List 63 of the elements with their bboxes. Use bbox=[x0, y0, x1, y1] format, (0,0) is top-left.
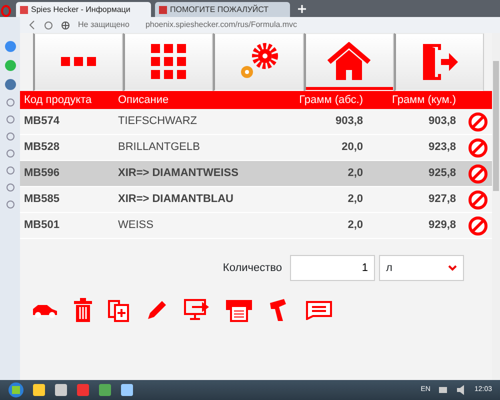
start-button-icon[interactable] bbox=[8, 382, 24, 398]
remove-icon[interactable] bbox=[468, 164, 488, 184]
page-icon bbox=[20, 6, 28, 14]
remove-icon[interactable] bbox=[468, 138, 488, 158]
vk-icon[interactable] bbox=[4, 79, 16, 90]
remove-icon[interactable] bbox=[468, 190, 488, 210]
car-icon[interactable] bbox=[32, 302, 58, 318]
nav-home-button[interactable] bbox=[304, 33, 394, 91]
nav-dots-button[interactable] bbox=[33, 33, 124, 91]
back-icon[interactable] bbox=[28, 20, 36, 30]
grams-cum: 929,8 bbox=[427, 218, 456, 234]
table-row[interactable]: MB596 XIR=> DIAMANTWEISS 2,0 925,8 bbox=[20, 161, 492, 187]
whatsapp-icon[interactable] bbox=[4, 60, 16, 71]
browser-tab[interactable]: Spies Hecker - Информаци bbox=[16, 2, 151, 17]
quantity-label: Количество bbox=[222, 260, 282, 276]
quantity-field[interactable]: 1 bbox=[290, 255, 375, 281]
product-code: MB501 bbox=[23, 218, 60, 234]
grams-cum: 923,8 bbox=[427, 140, 456, 156]
url-text[interactable]: phoenix.spieshecker.com/rus/Formula.mvc bbox=[145, 19, 298, 31]
product-code: MB585 bbox=[23, 192, 60, 208]
column-header: Грамм (абс.) bbox=[298, 92, 363, 108]
description: XIR=> DIAMANTWEISS bbox=[118, 166, 240, 182]
grams-abs: 2,0 bbox=[346, 218, 363, 234]
pencil-icon[interactable] bbox=[146, 299, 168, 321]
nav-exit-button[interactable] bbox=[394, 33, 484, 91]
remove-icon[interactable] bbox=[468, 216, 488, 236]
grams-cum: 925,8 bbox=[427, 166, 456, 182]
grams-abs: 2,0 bbox=[346, 166, 363, 182]
product-code: MB596 bbox=[23, 166, 60, 182]
printer-icon[interactable] bbox=[226, 298, 252, 322]
grams-abs: 903,8 bbox=[334, 114, 363, 130]
globe-icon bbox=[61, 20, 70, 30]
message-icon[interactable] bbox=[306, 300, 332, 320]
home-icon bbox=[327, 42, 372, 82]
column-header: Код продукта bbox=[23, 92, 93, 108]
remove-icon[interactable] bbox=[468, 112, 488, 132]
column-header: Грамм (кум.) bbox=[390, 92, 456, 108]
volume-icon[interactable] bbox=[456, 385, 466, 395]
description: WEISS bbox=[118, 218, 154, 234]
monitor-export-icon[interactable] bbox=[184, 298, 210, 322]
grams-abs: 20,0 bbox=[340, 140, 363, 156]
grams-abs: 2,0 bbox=[346, 192, 363, 208]
page-icon bbox=[159, 6, 167, 14]
copy-add-icon[interactable] bbox=[108, 298, 130, 322]
dots-icon bbox=[60, 56, 97, 68]
grams-cum: 903,8 bbox=[427, 114, 456, 130]
security-label: Не защищено bbox=[78, 19, 130, 31]
nav-grid-button[interactable] bbox=[123, 33, 214, 91]
product-code: MB574 bbox=[23, 114, 60, 130]
description: XIR=> DIAMANTBLAU bbox=[118, 192, 235, 208]
grams-cum: 927,8 bbox=[427, 192, 456, 208]
description: TIEFSCHWARZ bbox=[118, 114, 198, 130]
product-code: MB528 bbox=[23, 140, 60, 156]
new-tab-icon[interactable] bbox=[298, 5, 306, 13]
scrollbar-thumb[interactable] bbox=[493, 61, 499, 191]
unit-select[interactable]: л bbox=[379, 255, 464, 281]
nav-gears-button[interactable] bbox=[213, 33, 304, 91]
column-header: Описание bbox=[118, 92, 170, 108]
description: BRILLANTGELB bbox=[118, 140, 201, 156]
browser-tab[interactable]: ПОМОГИТЕ ПОЖАЛУЙСТ bbox=[155, 2, 290, 17]
trash-icon[interactable] bbox=[74, 298, 92, 322]
messenger-icon[interactable] bbox=[4, 41, 16, 52]
caret-icon bbox=[448, 265, 457, 271]
